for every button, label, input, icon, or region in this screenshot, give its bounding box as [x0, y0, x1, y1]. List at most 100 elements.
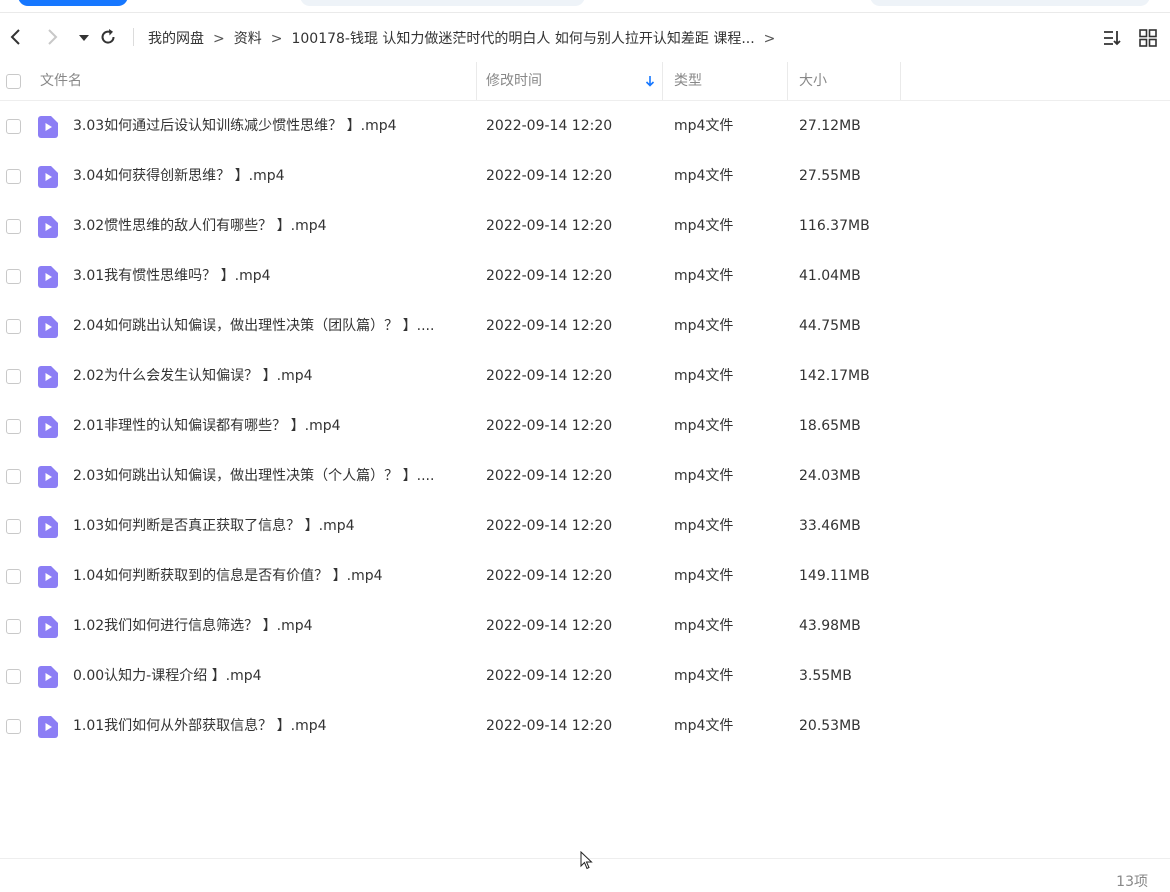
file-size: 27.55MB	[799, 168, 861, 184]
file-modified-date: 2022-09-14 12:20	[486, 568, 613, 584]
file-size: 33.46MB	[799, 518, 861, 534]
breadcrumb-item-current[interactable]: 100178-钱琨 认知力做迷茫时代的明白人 如何与别人拉开认知差距 课程...	[291, 31, 754, 47]
video-file-icon	[38, 466, 58, 488]
video-file-icon	[38, 266, 58, 288]
file-name[interactable]: 3.01我有惯性思维吗？ 】.mp4	[73, 251, 463, 301]
video-file-icon	[38, 516, 58, 538]
breadcrumb-item-root[interactable]: 我的网盘	[148, 31, 204, 47]
row-checkbox[interactable]	[6, 419, 21, 434]
file-name[interactable]: 2.03如何跳出认知偏误，做出理性决策（个人篇）？ 】....	[73, 451, 463, 501]
file-modified-date: 2022-09-14 12:20	[486, 518, 613, 534]
file-size: 116.37MB	[799, 218, 870, 234]
file-row[interactable]: 2.03如何跳出认知偏误，做出理性决策（个人篇）？ 】.... 2022-09-1…	[0, 451, 1170, 501]
row-checkbox[interactable]	[6, 519, 21, 534]
file-row[interactable]: 3.03如何通过后设认知训练减少惯性思维？ 】.mp4 2022-09-14 12…	[0, 101, 1170, 151]
file-row[interactable]: 3.04如何获得创新思维？ 】.mp4 2022-09-14 12:20 mp4文件…	[0, 151, 1170, 201]
file-row[interactable]: 2.02为什么会发生认知偏误？ 】.mp4 2022-09-14 12:20 mp4…	[0, 351, 1170, 401]
file-modified-date: 2022-09-14 12:20	[486, 218, 613, 234]
video-file-icon	[38, 316, 58, 338]
file-name[interactable]: 3.02惯性思维的敌人们有哪些？ 】.mp4	[73, 201, 463, 251]
file-name[interactable]: 1.01我们如何从外部获取信息？ 】.mp4	[73, 701, 463, 751]
top-strip	[0, 0, 1170, 12]
column-header-name[interactable]: 文件名	[40, 62, 82, 100]
file-modified-date: 2022-09-14 12:20	[486, 368, 613, 384]
file-type: mp4文件	[674, 518, 734, 534]
mouse-cursor-icon	[580, 850, 594, 871]
row-checkbox[interactable]	[6, 569, 21, 584]
grid-view-icon[interactable]	[1138, 28, 1158, 48]
file-name[interactable]: 1.04如何判断获取到的信息是否有价值？ 】.mp4	[73, 551, 463, 601]
file-row[interactable]: 1.04如何判断获取到的信息是否有价值？ 】.mp4 2022-09-14 12:…	[0, 551, 1170, 601]
file-list-header: 文件名 修改时间 类型 大小	[0, 62, 1170, 101]
file-type: mp4文件	[674, 618, 734, 634]
file-type: mp4文件	[674, 318, 734, 334]
file-row[interactable]: 2.04如何跳出认知偏误，做出理性决策（团队篇）？ 】.... 2022-09-1…	[0, 301, 1170, 351]
column-divider[interactable]	[476, 62, 477, 100]
file-type: mp4文件	[674, 168, 734, 184]
file-name[interactable]: 0.00认知力-课程介绍 】.mp4	[73, 651, 463, 701]
back-icon[interactable]	[6, 27, 26, 47]
view-tools	[1102, 28, 1158, 48]
file-row[interactable]: 2.01非理性的认知偏误都有哪些？ 】.mp4 2022-09-14 12:20 m…	[0, 401, 1170, 451]
row-checkbox[interactable]	[6, 169, 21, 184]
file-modified-date: 2022-09-14 12:20	[486, 168, 613, 184]
file-name[interactable]: 3.04如何获得创新思维？ 】.mp4	[73, 151, 463, 201]
row-checkbox[interactable]	[6, 619, 21, 634]
video-file-icon	[38, 366, 58, 388]
file-row[interactable]: 1.02我们如何进行信息筛选？ 】.mp4 2022-09-14 12:20 mp4…	[0, 601, 1170, 651]
column-divider[interactable]	[787, 62, 788, 100]
refresh-icon[interactable]	[98, 27, 118, 47]
row-checkbox[interactable]	[6, 719, 21, 734]
video-file-icon	[38, 716, 58, 738]
video-file-icon	[38, 416, 58, 438]
file-name[interactable]: 2.02为什么会发生认知偏误？ 】.mp4	[73, 351, 463, 401]
row-checkbox[interactable]	[6, 369, 21, 384]
video-file-icon	[38, 566, 58, 588]
search-box[interactable]	[870, 0, 1150, 6]
video-file-icon	[38, 216, 58, 238]
breadcrumb-item-folder[interactable]: 资料	[234, 31, 262, 47]
video-file-icon	[38, 166, 58, 188]
file-row[interactable]: 1.01我们如何从外部获取信息？ 】.mp4 2022-09-14 12:20 mp…	[0, 701, 1170, 751]
file-modified-date: 2022-09-14 12:20	[486, 468, 613, 484]
file-modified-date: 2022-09-14 12:20	[486, 118, 613, 134]
file-type: mp4文件	[674, 368, 734, 384]
column-header-size[interactable]: 大小	[799, 62, 827, 100]
row-checkbox[interactable]	[6, 269, 21, 284]
row-checkbox[interactable]	[6, 119, 21, 134]
row-checkbox[interactable]	[6, 319, 21, 334]
file-row[interactable]: 3.02惯性思维的敌人们有哪些？ 】.mp4 2022-09-14 12:20 mp…	[0, 201, 1170, 251]
select-all-checkbox[interactable]	[6, 74, 21, 89]
forward-icon[interactable]	[42, 27, 62, 47]
file-size: 142.17MB	[799, 368, 870, 384]
file-type: mp4文件	[674, 118, 734, 134]
row-checkbox[interactable]	[6, 469, 21, 484]
video-file-icon	[38, 116, 58, 138]
file-modified-date: 2022-09-14 12:20	[486, 418, 613, 434]
dropdown-icon[interactable]	[74, 27, 94, 47]
file-row[interactable]: 0.00认知力-课程介绍 】.mp4 2022-09-14 12:20 mp4文件 3…	[0, 651, 1170, 701]
row-checkbox[interactable]	[6, 219, 21, 234]
file-name[interactable]: 1.03如何判断是否真正获取了信息？ 】.mp4	[73, 501, 463, 551]
column-divider[interactable]	[662, 62, 663, 100]
file-name[interactable]: 3.03如何通过后设认知训练减少惯性思维？ 】.mp4	[73, 101, 463, 151]
video-file-icon	[38, 616, 58, 638]
row-checkbox[interactable]	[6, 669, 21, 684]
video-file-icon	[38, 666, 58, 688]
file-type: mp4文件	[674, 268, 734, 284]
file-name[interactable]: 2.01非理性的认知偏误都有哪些？ 】.mp4	[73, 401, 463, 451]
sort-icon[interactable]	[1102, 28, 1122, 48]
nav-separator	[133, 28, 134, 46]
file-row[interactable]: 1.03如何判断是否真正获取了信息？ 】.mp4 2022-09-14 12:20…	[0, 501, 1170, 551]
file-name[interactable]: 2.04如何跳出认知偏误，做出理性决策（团队篇）？ 】....	[73, 301, 463, 351]
column-header-type[interactable]: 类型	[674, 62, 702, 100]
file-modified-date: 2022-09-14 12:20	[486, 318, 613, 334]
sort-arrow-icon[interactable]	[644, 75, 656, 87]
file-row[interactable]: 3.01我有惯性思维吗？ 】.mp4 2022-09-14 12:20 mp4文件 4…	[0, 251, 1170, 301]
file-type: mp4文件	[674, 468, 734, 484]
column-divider[interactable]	[900, 62, 901, 100]
file-size: 24.03MB	[799, 468, 861, 484]
column-header-modified[interactable]: 修改时间	[486, 62, 542, 100]
file-name[interactable]: 1.02我们如何进行信息筛选？ 】.mp4	[73, 601, 463, 651]
upload-button[interactable]	[18, 0, 128, 6]
